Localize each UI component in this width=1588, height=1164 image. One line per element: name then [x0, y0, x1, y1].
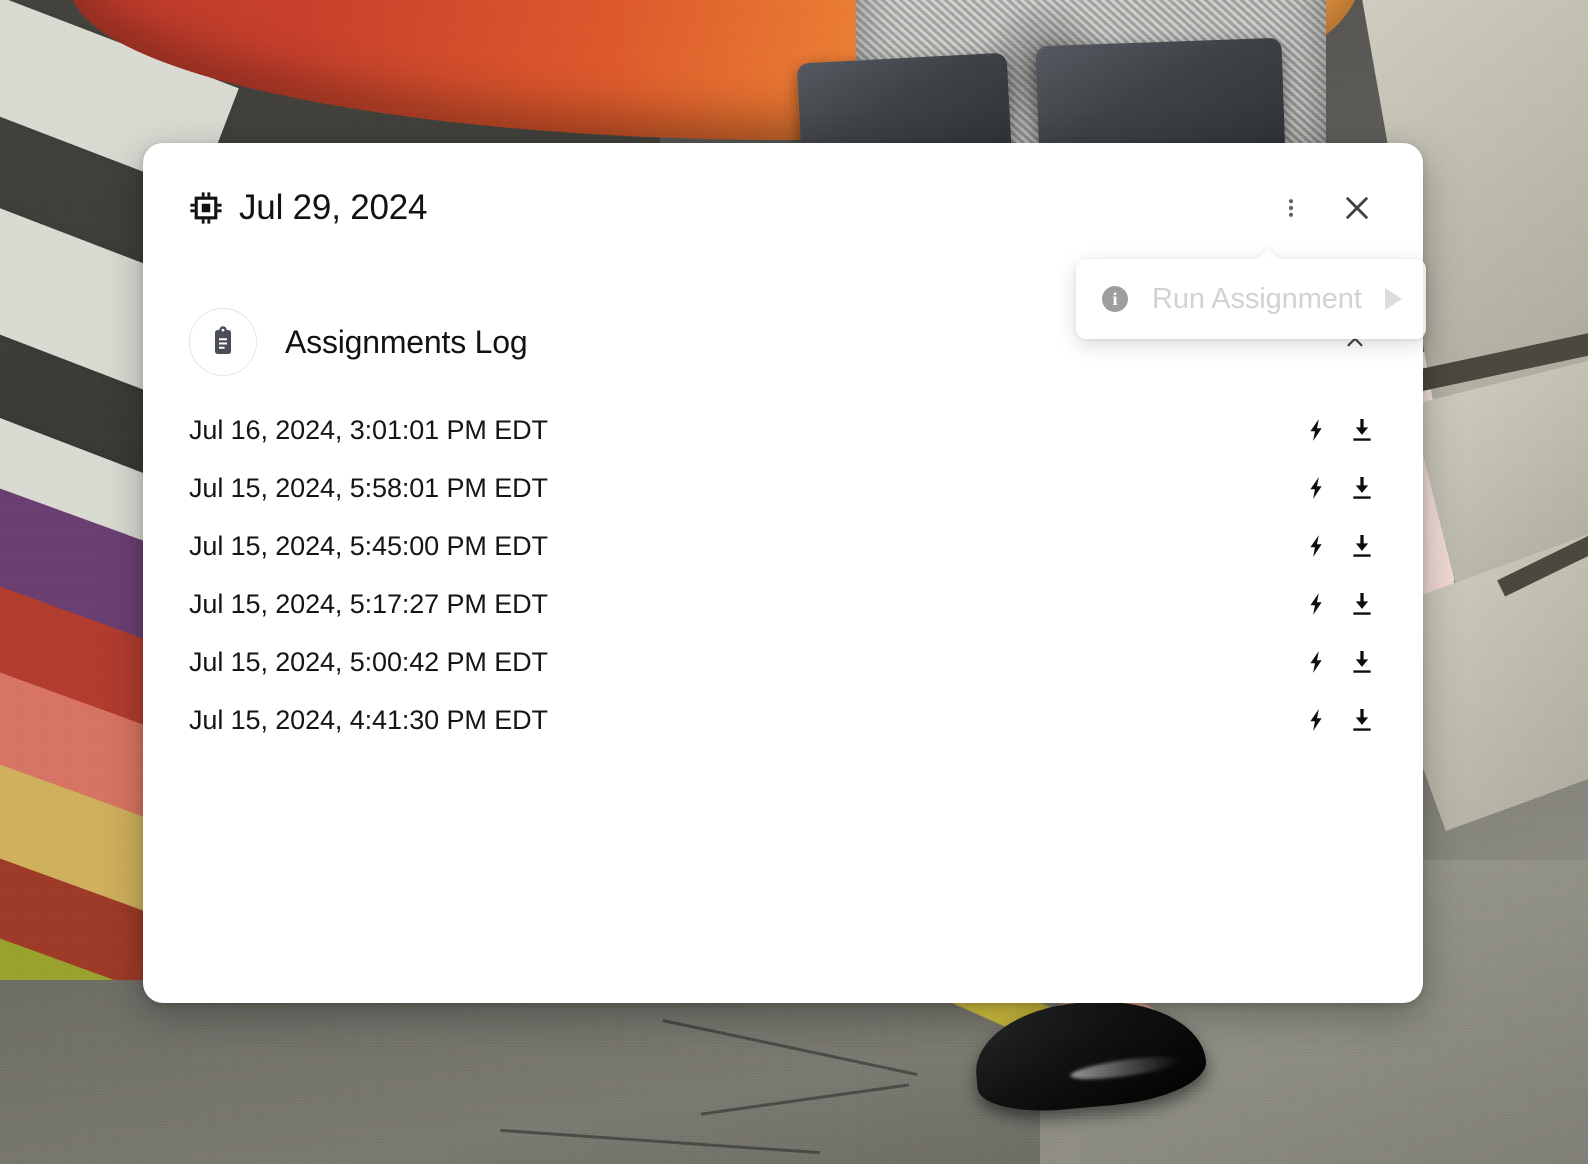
log-row[interactable]: Jul 15, 2024, 5:45:00 PM EDT [189, 517, 1377, 575]
lightning-bolt-glyph [1310, 477, 1322, 499]
lightning-bolt-icon[interactable] [1301, 473, 1331, 503]
log-row[interactable]: Jul 15, 2024, 5:17:27 PM EDT [189, 575, 1377, 633]
log-row-actions [1301, 473, 1377, 503]
lightning-bolt-glyph [1310, 535, 1322, 557]
lightning-bolt-icon[interactable] [1301, 415, 1331, 445]
lightning-bolt-icon[interactable] [1301, 589, 1331, 619]
context-menu: i Run Assignment [1076, 259, 1426, 339]
log-row-actions [1301, 531, 1377, 561]
close-icon[interactable] [1337, 188, 1377, 228]
log-timestamp: Jul 15, 2024, 5:00:42 PM EDT [189, 646, 548, 677]
log-row[interactable]: Jul 15, 2024, 5:58:01 PM EDT [189, 459, 1377, 517]
download-icon[interactable] [1347, 473, 1377, 503]
more-vertical-icon[interactable] [1271, 188, 1311, 228]
download-icon[interactable] [1347, 647, 1377, 677]
section-title: Assignments Log [285, 323, 528, 360]
download-glyph [1353, 535, 1371, 557]
log-row[interactable]: Jul 16, 2024, 3:01:01 PM EDT [189, 401, 1377, 459]
log-timestamp: Jul 15, 2024, 5:17:27 PM EDT [189, 588, 548, 619]
header-actions [1271, 188, 1377, 228]
log-row-actions [1301, 647, 1377, 677]
info-glyph: i [1112, 289, 1118, 309]
menu-item-run-assignment[interactable]: i Run Assignment [1076, 259, 1426, 339]
download-icon[interactable] [1347, 705, 1377, 735]
log-row-actions [1301, 705, 1377, 735]
info-circle-icon: i [1102, 286, 1128, 312]
chip-icon [190, 192, 222, 224]
log-row-actions [1301, 415, 1377, 445]
lightning-bolt-glyph [1310, 651, 1322, 673]
download-glyph [1353, 651, 1371, 673]
download-glyph [1353, 593, 1371, 615]
menu-item-label: Run Assignment [1152, 282, 1362, 315]
log-row[interactable]: Jul 15, 2024, 4:41:30 PM EDT [189, 691, 1377, 749]
download-glyph [1353, 419, 1371, 441]
assignments-log-list: Jul 16, 2024, 3:01:01 PM EDT Jul 15, 202… [143, 401, 1423, 749]
lightning-bolt-glyph [1310, 419, 1322, 441]
download-glyph [1353, 477, 1371, 499]
card-title-group: Jul 29, 2024 [189, 188, 428, 228]
lightning-bolt-icon[interactable] [1301, 531, 1331, 561]
log-row-actions [1301, 589, 1377, 619]
lightning-bolt-icon[interactable] [1301, 647, 1331, 677]
lower-asphalt [0, 980, 1040, 1164]
log-timestamp: Jul 15, 2024, 4:41:30 PM EDT [189, 704, 548, 735]
lightning-bolt-glyph [1310, 593, 1322, 615]
card-header: Jul 29, 2024 [143, 143, 1423, 273]
download-icon[interactable] [1347, 531, 1377, 561]
clipboard-glyph [215, 326, 231, 354]
download-icon[interactable] [1347, 415, 1377, 445]
lightning-bolt-icon[interactable] [1301, 705, 1331, 735]
log-timestamp: Jul 15, 2024, 5:45:00 PM EDT [189, 530, 548, 561]
context-menu-caret [1255, 249, 1281, 261]
lightning-bolt-glyph [1310, 709, 1322, 731]
download-icon[interactable] [1347, 589, 1377, 619]
clipboard-icon [189, 308, 257, 376]
download-glyph [1353, 709, 1371, 731]
log-row[interactable]: Jul 15, 2024, 5:00:42 PM EDT [189, 633, 1377, 691]
page-title: Jul 29, 2024 [239, 188, 428, 227]
log-timestamp: Jul 15, 2024, 5:58:01 PM EDT [189, 472, 548, 503]
log-timestamp: Jul 16, 2024, 3:01:01 PM EDT [189, 414, 548, 445]
caret-right-icon [1385, 288, 1402, 310]
more-vertical-glyph [1288, 199, 1294, 217]
close-glyph [1346, 197, 1368, 219]
